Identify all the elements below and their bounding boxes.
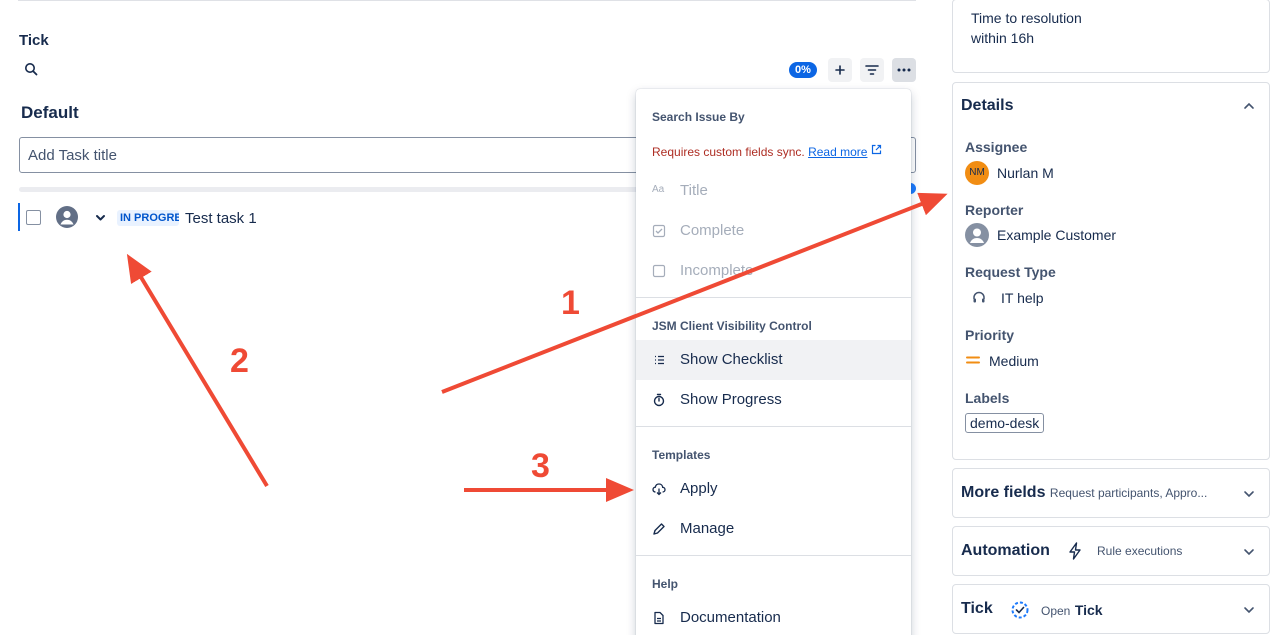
automation-subtitle: Rule executions [1097, 544, 1183, 558]
cloud-download-icon [652, 483, 666, 496]
pencil-icon [653, 523, 665, 535]
menu-header-templates: Templates [652, 448, 711, 462]
tick-logo-icon [1011, 601, 1029, 619]
task-checkbox[interactable] [26, 210, 41, 225]
chevron-up-icon[interactable] [1243, 100, 1255, 112]
reporter-avatar-icon[interactable] [965, 223, 989, 247]
labels-label: Labels [965, 390, 1010, 406]
menu-item-apply[interactable]: Apply [680, 480, 718, 497]
top-divider [18, 0, 916, 1]
menu-item-show-checklist[interactable]: Show Checklist [680, 351, 783, 368]
details-title[interactable]: Details [961, 97, 1013, 115]
tick-card[interactable] [952, 584, 1270, 634]
task-row-accent [18, 203, 20, 231]
menu-item-incomplete[interactable]: Incomplete [680, 262, 753, 279]
more-actions-button[interactable] [892, 58, 916, 82]
menu-divider [636, 426, 911, 427]
assignee-avatar[interactable]: NM [965, 161, 989, 185]
menu-divider [636, 297, 911, 298]
tick-card-title: Tick [961, 600, 993, 617]
open-prefix: Open [1041, 604, 1071, 618]
sla-label: Time to resolution [971, 10, 1082, 26]
chevron-down-icon[interactable] [95, 212, 106, 223]
priority-value[interactable]: Medium [989, 353, 1039, 369]
chevron-down-icon[interactable] [1243, 546, 1255, 558]
sync-note-text: Requires custom fields sync. [652, 145, 805, 159]
status-badge[interactable]: IN PROGRESS [117, 210, 179, 226]
more-fields-title: More fields [961, 484, 1046, 501]
menu-item-title[interactable]: Title [680, 182, 708, 199]
more-icon [897, 68, 911, 72]
priority-medium-icon [966, 356, 980, 364]
external-link-icon [871, 144, 881, 155]
chevron-down-icon[interactable] [1243, 604, 1255, 616]
text-icon: Aa [652, 184, 665, 195]
reporter-value[interactable]: Example Customer [997, 227, 1116, 243]
checked-box-icon [652, 224, 666, 238]
menu-divider [636, 555, 911, 556]
unassigned-avatar-icon[interactable] [56, 206, 78, 228]
progress-badge: 0% [789, 62, 817, 78]
sync-note: Requires custom fields sync. Read more [652, 144, 882, 159]
sla-card: Time to resolution within 16h [952, 0, 1270, 73]
document-icon [654, 611, 664, 625]
more-fields-header[interactable]: More fields Request participants, Appro.… [961, 484, 1207, 502]
chevron-down-icon[interactable] [1243, 488, 1255, 500]
more-fields-subtitle: Request participants, Appro... [1049, 486, 1208, 500]
add-button[interactable] [828, 58, 852, 82]
list-icon [655, 355, 664, 365]
menu-header-search: Search Issue By [652, 110, 745, 124]
read-more-link[interactable]: Read more [808, 145, 867, 159]
lightning-icon [1069, 542, 1081, 560]
assignee-value[interactable]: Nurlan M [997, 165, 1054, 181]
filter-icon [865, 65, 879, 75]
more-actions-menu: Search Issue By Requires custom fields s… [636, 89, 911, 635]
group-title: Default [21, 103, 79, 122]
menu-item-complete[interactable]: Complete [680, 222, 744, 239]
open-app-name: Tick [1074, 602, 1103, 618]
sla-value: within 16h [971, 30, 1035, 46]
empty-box-icon [652, 264, 666, 278]
filter-button[interactable] [860, 58, 884, 82]
annotation-number-3: 3 [531, 447, 550, 485]
stopwatch-icon [653, 393, 665, 407]
label-tag[interactable]: demo-desk [965, 413, 1045, 433]
assignee-label: Assignee [965, 139, 1028, 155]
reporter-label: Reporter [965, 202, 1024, 218]
menu-header-visibility: JSM Client Visibility Control [652, 319, 812, 333]
open-tick-link[interactable]: Open Tick [1041, 602, 1103, 620]
plus-icon [835, 65, 845, 75]
annotation-number-2: 2 [230, 342, 249, 380]
automation-title: Automation [961, 542, 1050, 559]
menu-item-manage[interactable]: Manage [680, 520, 734, 537]
menu-item-documentation[interactable]: Documentation [680, 609, 781, 626]
request-type-label: Request Type [965, 264, 1056, 280]
headset-icon [973, 291, 985, 303]
request-type-value[interactable]: IT help [1001, 290, 1044, 306]
priority-label: Priority [965, 327, 1015, 343]
menu-header-help: Help [652, 577, 679, 591]
menu-item-show-progress[interactable]: Show Progress [680, 391, 782, 408]
section-title: Tick [19, 32, 49, 49]
annotation-number-1: 1 [561, 284, 580, 322]
task-title[interactable]: Test task 1 [185, 210, 257, 227]
search-icon[interactable] [24, 62, 38, 76]
